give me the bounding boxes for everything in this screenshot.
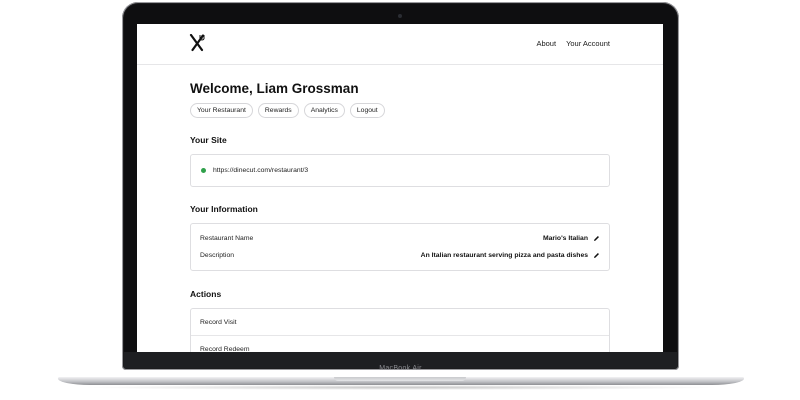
tab-analytics[interactable]: Analytics (303, 103, 345, 118)
actions-section-title: Actions (190, 289, 222, 299)
info-value: Mario's Italian (542, 235, 588, 242)
top-navigation: About Your Account (137, 24, 663, 65)
app-screen: About Your Account Welcome, Liam Grossma… (137, 24, 663, 352)
device-brand-label: MacBook Air (379, 365, 422, 372)
laptop-base-notch (334, 377, 466, 381)
nav-link-about[interactable]: About (536, 39, 556, 48)
pencil-icon[interactable] (593, 252, 600, 259)
actions-card: Record Visit Record Redeem (190, 308, 610, 352)
record-visit-action[interactable]: Record Visit (191, 309, 609, 336)
nav-links: About Your Account (536, 39, 610, 48)
info-value-group: An Italian restaurant serving pizza and … (421, 252, 600, 259)
information-section-title: Your Information (190, 204, 258, 214)
info-label: Description (200, 252, 234, 259)
info-value-group: Mario's Italian (543, 235, 600, 242)
site-url-link[interactable]: https://dinecut.com/restaurant/3 (213, 167, 308, 174)
info-value: An Italian restaurant serving pizza and … (420, 252, 588, 259)
pencil-icon[interactable] (593, 235, 600, 242)
info-row-restaurant-name: Restaurant Name Mario's Italian (200, 230, 600, 247)
tab-logout[interactable]: Logout (349, 103, 385, 118)
tab-your-restaurant[interactable]: Your Restaurant (190, 103, 253, 118)
information-card: Restaurant Name Mario's Italian Descript… (190, 223, 610, 271)
main-content: Welcome, Liam Grossman Your Restaurant R… (137, 65, 663, 352)
site-section-title: Your Site (190, 135, 227, 145)
info-label: Restaurant Name (200, 235, 254, 242)
nav-link-account[interactable]: Your Account (566, 39, 610, 48)
tab-rewards[interactable]: Rewards (257, 103, 299, 118)
status-dot-icon (201, 168, 206, 173)
fork-knife-icon[interactable] (189, 34, 205, 52)
info-row-description: Description An Italian restaurant servin… (200, 247, 600, 264)
laptop-shadow (80, 385, 722, 390)
record-redeem-action[interactable]: Record Redeem (191, 336, 609, 352)
site-card: https://dinecut.com/restaurant/3 (190, 154, 610, 187)
page-title: Welcome, Liam Grossman (190, 81, 359, 96)
dashboard-tabs: Your Restaurant Rewards Analytics Logout (190, 103, 610, 118)
camera-icon (398, 14, 402, 18)
